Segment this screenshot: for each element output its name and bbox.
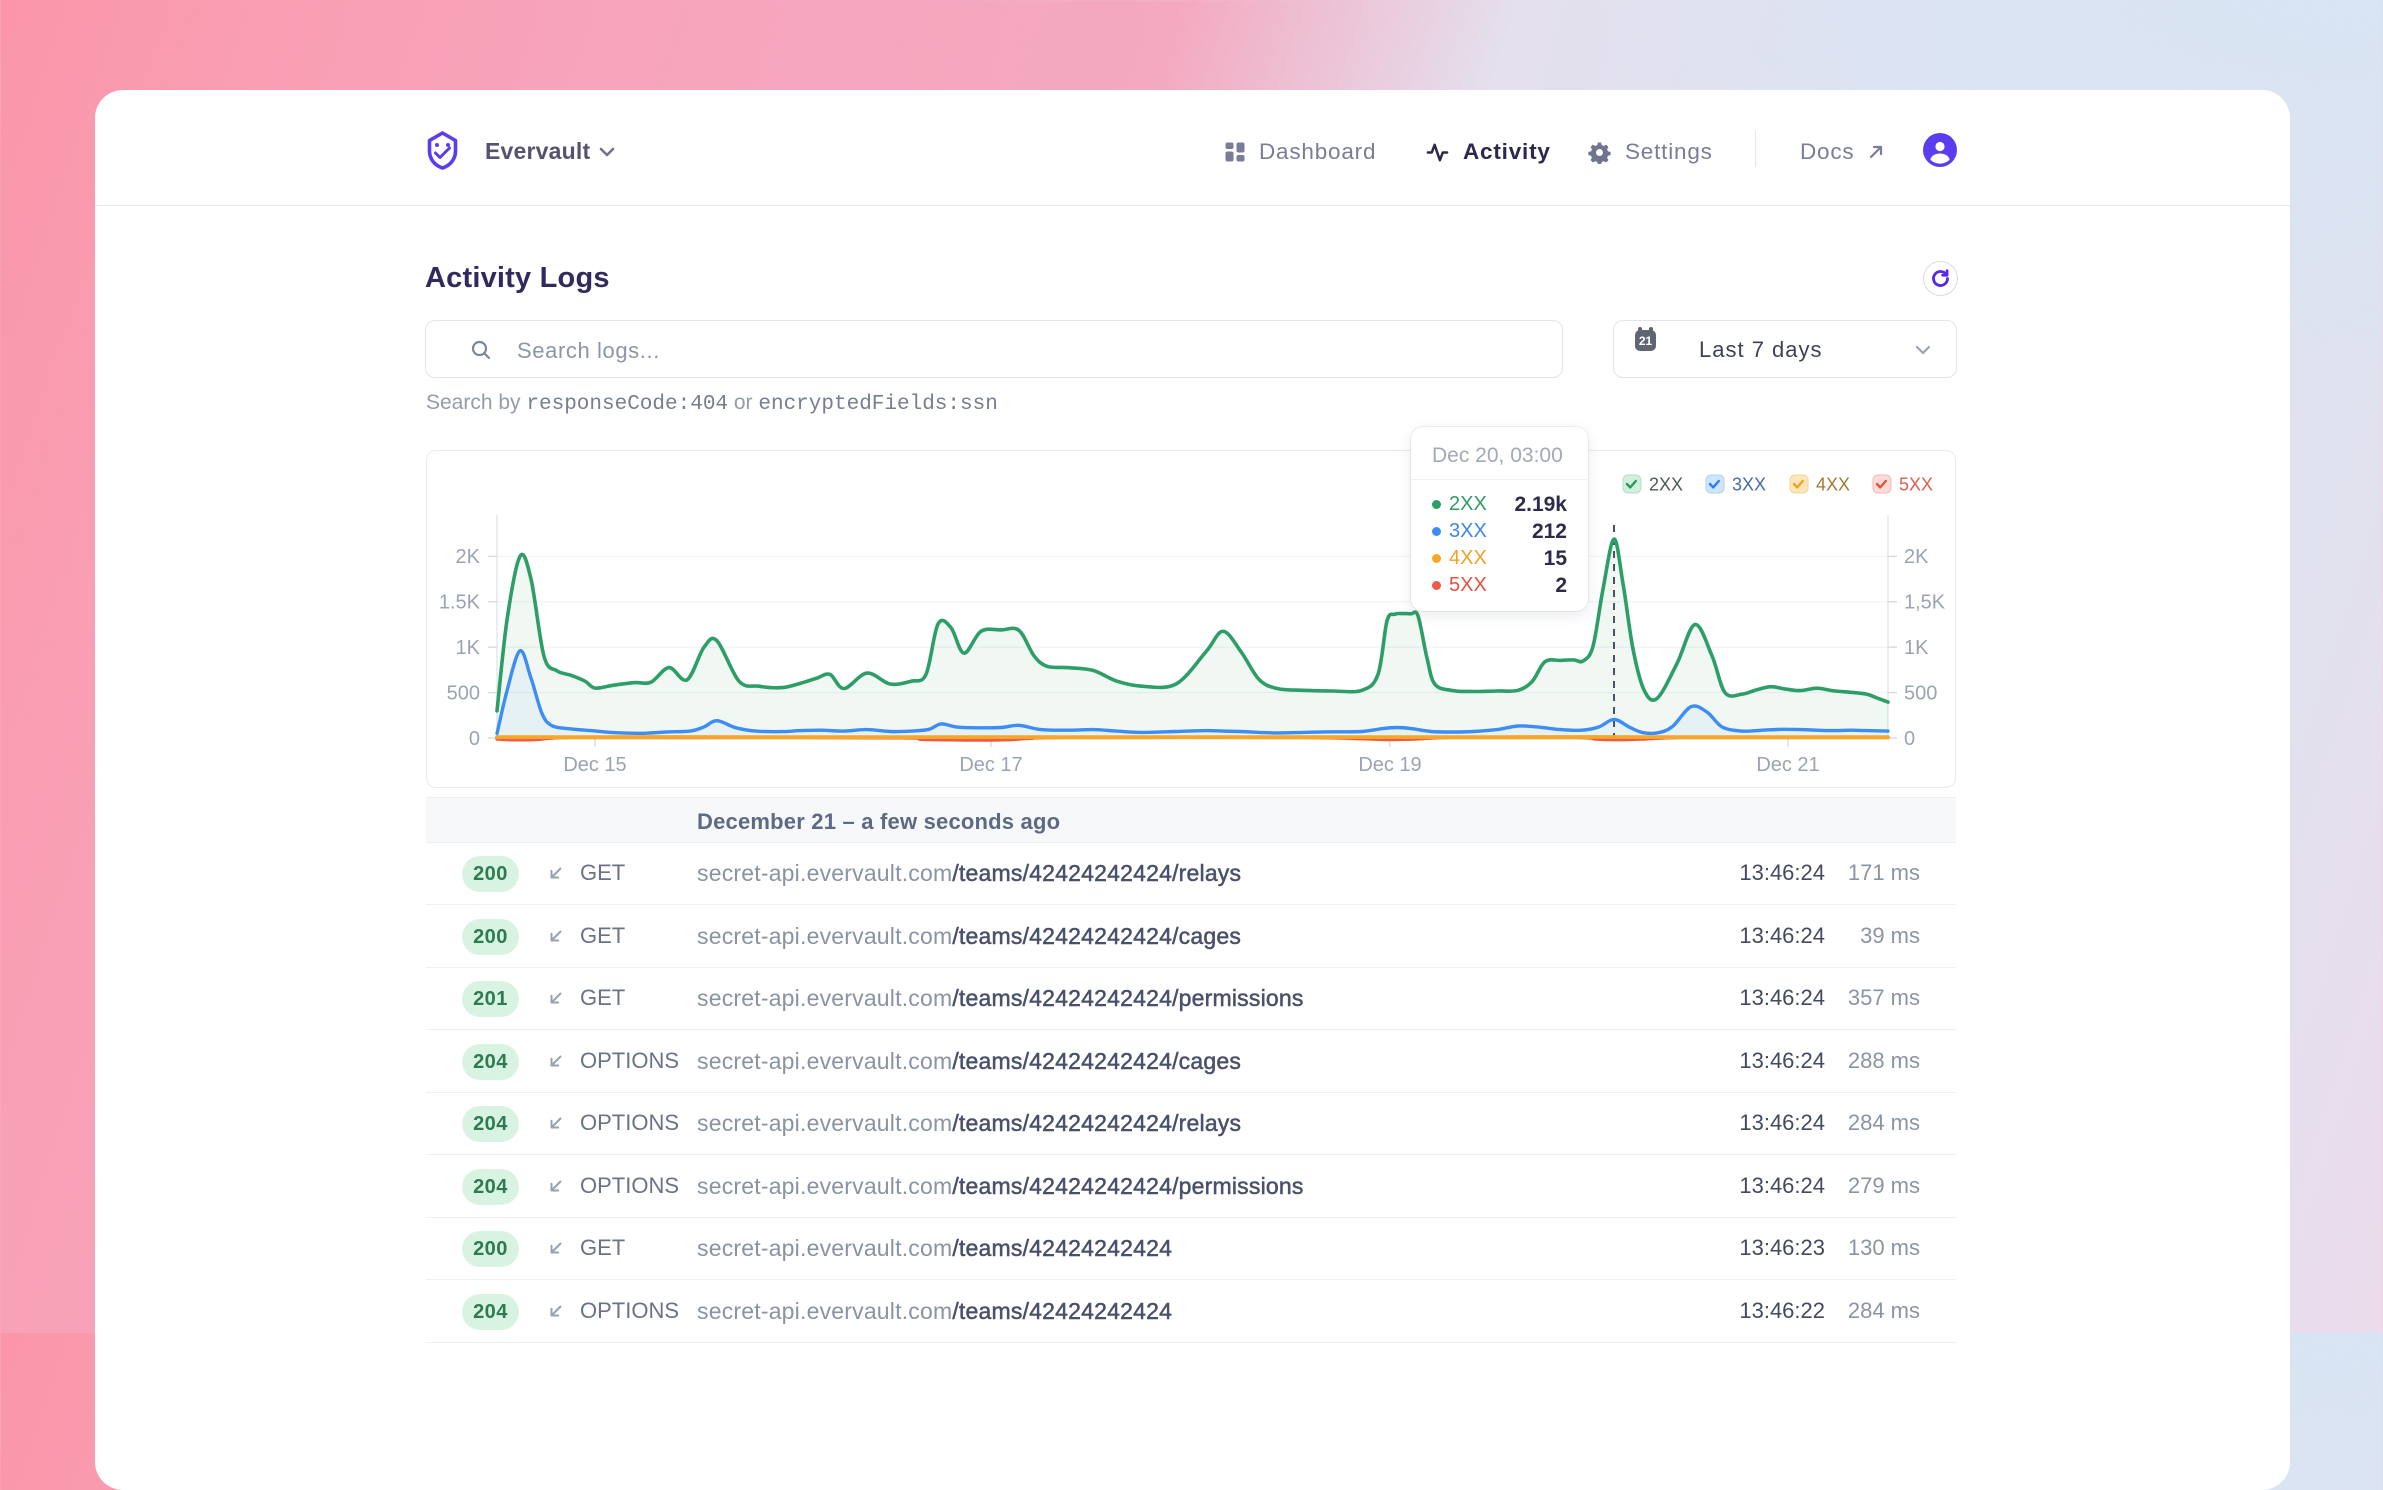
- svg-text:1K: 1K: [1904, 637, 1929, 659]
- svg-text:1.5K: 1.5K: [439, 592, 481, 614]
- svg-text:1,5K: 1,5K: [1904, 592, 1946, 614]
- svg-text:2XX: 2XX: [1649, 475, 1683, 495]
- svg-text:1K: 1K: [456, 637, 481, 659]
- svg-text:2K: 2K: [1904, 546, 1929, 568]
- svg-text:Dec 21: Dec 21: [1756, 754, 1819, 776]
- svg-text:2K: 2K: [456, 546, 481, 568]
- svg-text:4XX: 4XX: [1816, 475, 1850, 495]
- svg-text:Dec 19: Dec 19: [1358, 754, 1421, 776]
- svg-text:500: 500: [1904, 683, 1937, 705]
- svg-text:500: 500: [447, 683, 480, 705]
- svg-text:Dec 15: Dec 15: [563, 754, 626, 776]
- svg-text:0: 0: [1904, 728, 1915, 750]
- svg-text:3XX: 3XX: [1732, 475, 1766, 495]
- svg-text:0: 0: [469, 728, 480, 750]
- svg-text:Dec 17: Dec 17: [959, 754, 1022, 776]
- svg-text:5XX: 5XX: [1899, 475, 1933, 495]
